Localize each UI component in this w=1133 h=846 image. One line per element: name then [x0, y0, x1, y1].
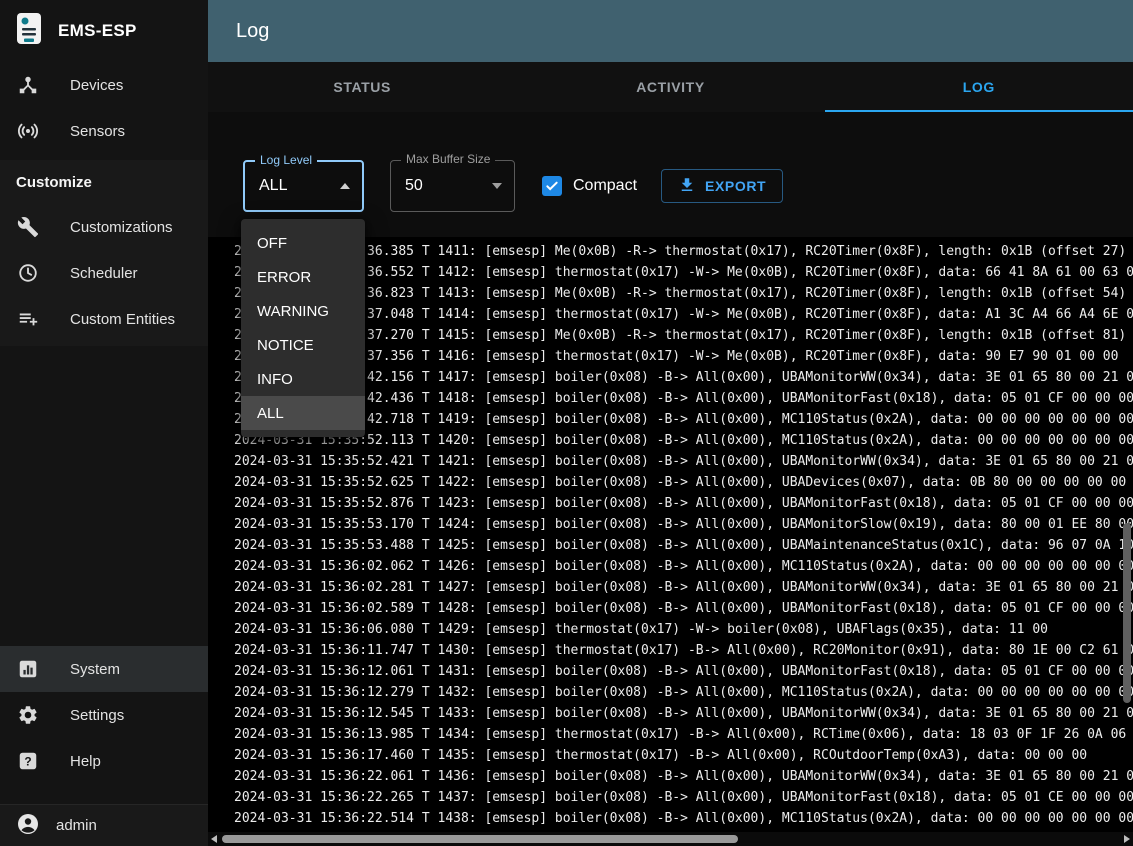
devices-hub-icon [16, 74, 40, 96]
gear-icon [16, 704, 40, 726]
sidebar-item-label: Devices [70, 77, 123, 94]
sidebar-section-customize: Customize [0, 160, 208, 204]
log-level-menu: OFF ERROR WARNING NOTICE INFO ALL [241, 219, 365, 437]
sidebar-customize-group: Customize Customizations Scheduler Custo… [0, 160, 208, 346]
scroll-right-icon[interactable] [1124, 835, 1130, 843]
log-line: 2024-03-31 15:35:52.421 T 1421: [emsesp]… [234, 451, 1133, 472]
log-line: 2024-03-31 15:36:22.061 T 1436: [emsesp]… [234, 766, 1133, 787]
log-line: 2024-03-31 15:36:02.589 T 1428: [emsesp]… [234, 598, 1133, 619]
log-line: 2024-03-31 15:36:11.747 T 1430: [emsesp]… [234, 640, 1133, 661]
log-line: 2024-03-31 15:36:13.985 T 1434: [emsesp]… [234, 724, 1133, 745]
menu-item-info[interactable]: INFO [241, 362, 365, 396]
menu-item-warning[interactable]: WARNING [241, 294, 365, 328]
sidebar-item-help[interactable]: ? Help [0, 738, 208, 784]
log-line: 2024-03-31 15:36:12.279 T 1432: [emsesp]… [234, 682, 1133, 703]
log-line: 2024-03-31 15:35:36.552 T 1412: [emsesp]… [234, 262, 1133, 283]
log-line: 2024-03-31 15:35:42.156 T 1417: [emsesp]… [234, 367, 1133, 388]
tab-bar: STATUS ACTIVITY LOG [208, 62, 1133, 112]
log-line: 2024-03-31 15:35:36.385 T 1411: [emsesp]… [234, 241, 1133, 262]
log-line: 2024-03-31 15:36:12.545 T 1433: [emsesp]… [234, 703, 1133, 724]
sidebar-item-label: Customizations [70, 219, 173, 236]
log-line: 2024-03-31 15:35:42.436 T 1418: [emsesp]… [234, 388, 1133, 409]
sidebar-item-label: Settings [70, 707, 124, 724]
sidebar-spacer [0, 346, 208, 646]
sidebar-user[interactable]: admin [0, 804, 208, 846]
account-circle-icon [16, 812, 40, 840]
log-line: 2024-03-31 15:35:52.625 T 1422: [emsesp]… [234, 472, 1133, 493]
sidebar-item-scheduler[interactable]: Scheduler [0, 250, 208, 296]
wrench-icon [16, 216, 40, 238]
app-bar: Log [208, 0, 1133, 62]
log-line: 2024-03-31 15:36:02.062 T 1426: [emsesp]… [234, 556, 1133, 577]
log-line: 2024-03-31 15:35:37.270 T 1415: [emsesp]… [234, 325, 1133, 346]
sidebar-header: EMS-ESP [0, 0, 208, 62]
sidebar-item-customizations[interactable]: Customizations [0, 204, 208, 250]
horizontal-scrollbar[interactable] [222, 835, 738, 843]
log-level-label: Log Level [255, 153, 317, 167]
page-title: Log [236, 20, 269, 43]
sidebar-item-sensors[interactable]: Sensors [0, 108, 208, 154]
sidebar-item-custom-entities[interactable]: Custom Entities [0, 296, 208, 342]
export-label: EXPORT [705, 178, 766, 194]
sidebar-bottom-group: System Settings ? Help [0, 646, 208, 804]
svg-text:?: ? [24, 754, 31, 768]
log-line: 2024-03-31 15:36:02.281 T 1427: [emsesp]… [234, 577, 1133, 598]
analytics-icon [16, 658, 40, 680]
compact-label: Compact [573, 177, 637, 195]
sidebar-item-label: Sensors [70, 123, 125, 140]
sidebar-item-settings[interactable]: Settings [0, 692, 208, 738]
log-line: 2024-03-31 15:36:17.460 T 1435: [emsesp]… [234, 745, 1133, 766]
log-level-select[interactable]: Log Level ALL [243, 160, 364, 212]
scroll-left-icon[interactable] [211, 835, 217, 843]
sensors-icon [16, 120, 40, 142]
user-name: admin [56, 817, 97, 834]
help-icon: ? [16, 750, 40, 772]
max-buffer-select[interactable]: Max Buffer Size 50 [390, 160, 515, 212]
log-line: 2024-03-31 15:36:12.061 T 1431: [emsesp]… [234, 661, 1133, 682]
app-title: EMS-ESP [58, 21, 137, 41]
log-line: 2024-03-31 15:35:42.718 T 1419: [emsesp]… [234, 409, 1133, 430]
export-button[interactable]: EXPORT [661, 169, 783, 203]
log-line: 2024-03-31 15:35:53.488 T 1425: [emsesp]… [234, 535, 1133, 556]
compact-checkbox[interactable]: Compact [542, 176, 637, 196]
sidebar-item-devices[interactable]: Devices [0, 62, 208, 108]
log-level-value: ALL [259, 177, 340, 195]
log-line: 2024-03-31 15:35:37.356 T 1416: [emsesp]… [234, 346, 1133, 367]
sidebar-item-label: Custom Entities [70, 311, 175, 328]
log-line: 2024-03-31 15:36:22.265 T 1437: [emsesp]… [234, 787, 1133, 808]
max-buffer-label: Max Buffer Size [401, 152, 495, 166]
log-line: 2024-03-31 15:35:52.113 T 1420: [emsesp]… [234, 430, 1133, 451]
horizontal-scrollbar-track [208, 832, 1133, 846]
tab-status[interactable]: STATUS [208, 62, 516, 112]
menu-item-off[interactable]: OFF [241, 226, 365, 260]
sidebar-item-label: Help [70, 753, 101, 770]
menu-item-all[interactable]: ALL [241, 396, 365, 430]
download-icon [678, 176, 696, 197]
tab-log[interactable]: LOG [825, 62, 1133, 112]
chevron-up-icon [340, 183, 350, 189]
sidebar-item-label: System [70, 661, 120, 678]
log-line: 2024-03-31 15:35:36.823 T 1413: [emsesp]… [234, 283, 1133, 304]
sidebar: EMS-ESP Devices Sensors Customize Custom… [0, 0, 208, 846]
log-line: 2024-03-31 15:35:53.170 T 1424: [emsesp]… [234, 514, 1133, 535]
vertical-scrollbar[interactable] [1123, 523, 1131, 703]
ems-esp-app: EMS-ESP Devices Sensors Customize Custom… [0, 0, 1133, 846]
clock-icon [16, 262, 40, 284]
log-line: 2024-03-31 15:35:37.048 T 1414: [emsesp]… [234, 304, 1133, 325]
max-buffer-value: 50 [405, 177, 492, 195]
menu-item-notice[interactable]: NOTICE [241, 328, 365, 362]
chevron-down-icon [492, 183, 502, 189]
sidebar-item-system[interactable]: System [0, 646, 208, 692]
playlist-add-icon [16, 308, 40, 330]
log-line: 2024-03-31 15:36:22.514 T 1438: [emsesp]… [234, 808, 1133, 829]
ems-esp-logo-icon [16, 12, 42, 51]
log-line: 2024-03-31 15:35:52.876 T 1423: [emsesp]… [234, 493, 1133, 514]
menu-item-error[interactable]: ERROR [241, 260, 365, 294]
checkbox-checked-icon [542, 176, 562, 196]
tab-activity[interactable]: ACTIVITY [516, 62, 824, 112]
sidebar-item-label: Scheduler [70, 265, 138, 282]
log-line: 2024-03-31 15:36:06.080 T 1429: [emsesp]… [234, 619, 1133, 640]
